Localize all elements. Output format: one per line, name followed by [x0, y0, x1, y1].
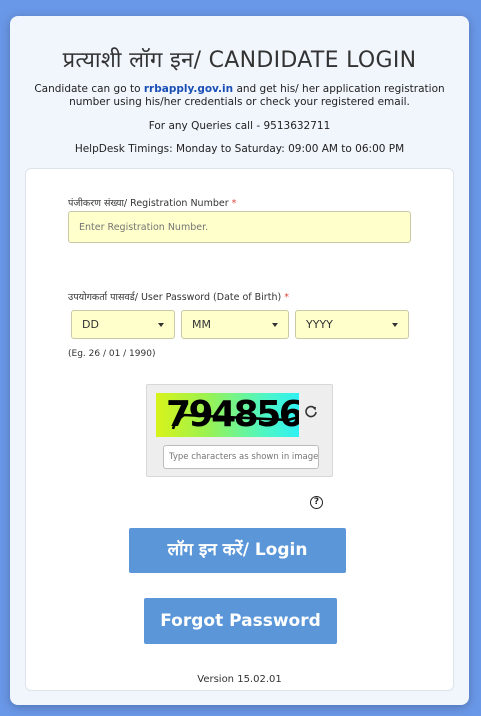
day-select-value: DD — [82, 318, 99, 331]
helpdesk-timings: HelpDesk Timings: Monday to Saturday: 09… — [74, 143, 405, 155]
captcha-input[interactable] — [163, 445, 319, 469]
month-select[interactable]: MM — [181, 310, 289, 339]
intro-text: Candidate can go to rrbapply.gov.in and … — [24, 83, 455, 109]
year-select-value: YYYY — [306, 318, 333, 331]
captcha-image: 794856 — [156, 393, 299, 437]
password-label: उपयोगकर्ता पासवर्ड/ User Password (Date … — [68, 290, 289, 303]
forgot-password-button[interactable]: Forgot Password — [144, 598, 337, 644]
queries-contact: For any Queries call - 9513632711 — [148, 120, 331, 132]
rrbapply-link[interactable]: rrbapply.gov.in — [144, 83, 233, 95]
login-panel: प्रत्याशी लॉग इन/ CANDIDATE LOGIN Candid… — [10, 16, 469, 705]
help-icon[interactable]: ? — [310, 496, 323, 509]
chevron-down-icon — [392, 323, 398, 327]
chevron-down-icon — [158, 323, 164, 327]
captcha-box: 794856 — [146, 384, 333, 477]
required-mark: * — [231, 198, 237, 209]
required-mark: * — [284, 292, 289, 303]
day-select[interactable]: DD — [71, 310, 175, 339]
page-title: प्रत्याशी लॉग इन/ CANDIDATE LOGIN — [62, 48, 417, 73]
captcha-noise-line — [171, 413, 299, 430]
date-example: (Eg. 26 / 01 / 1990) — [68, 349, 156, 359]
version-text: Version 15.02.01 — [197, 674, 282, 685]
registration-label-text: पंजीकरण संख्या/ Registration Number — [68, 198, 229, 209]
intro-prefix: Candidate can go to — [34, 83, 144, 95]
chevron-down-icon — [272, 323, 278, 327]
year-select[interactable]: YYYY — [295, 310, 409, 339]
password-label-text: उपयोगकर्ता पासवर्ड/ User Password (Date … — [68, 292, 282, 303]
refresh-icon[interactable] — [304, 404, 318, 418]
login-form-card: पंजीकरण संख्या/ Registration Number * उप… — [25, 168, 454, 691]
registration-number-input[interactable] — [68, 211, 411, 243]
login-button[interactable]: लॉग इन करें/ Login — [129, 528, 346, 573]
registration-label: पंजीकरण संख्या/ Registration Number * — [68, 196, 236, 209]
month-select-value: MM — [192, 318, 211, 331]
